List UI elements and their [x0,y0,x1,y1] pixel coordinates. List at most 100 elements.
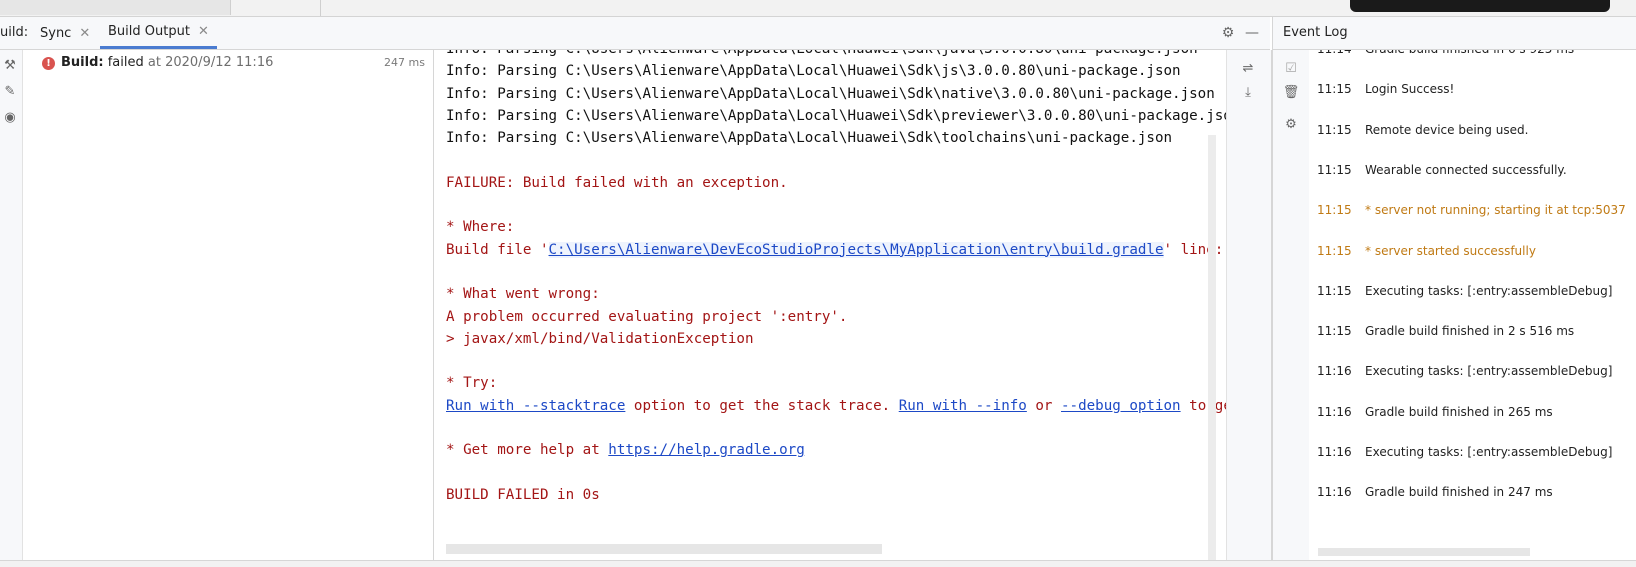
event-message: Executing tasks: [:entry:assembleDebug] [1365,283,1613,298]
console-text-span: option to get the stack trace. [625,397,899,414]
event-log-side-toolbar: ☑ 🗑 ⚙ [1272,50,1310,560]
event-time: 11:15 [1317,162,1352,177]
console-text-span: Build file ' [446,241,549,258]
event-message: * server started successfully [1365,243,1536,258]
event-log-horizontal-scrollbar[interactable] [1318,548,1530,556]
console-text-span: * What went wrong: [446,286,600,303]
minimize-icon[interactable]: — [1244,25,1260,41]
console-text-span: FAILURE: Build failed with an exception. [446,174,788,191]
console-text-span: Info: Parsing C:\Users\Alienware\AppData… [446,107,1226,124]
console-text-span: Info: Parsing C:\Users\Alienware\AppData… [446,63,1181,80]
console-line: * Try: [446,372,1226,394]
event-log-entry: 11:15 * server started successfully [1317,244,1536,258]
event-time: 11:16 [1317,445,1352,459]
console-text-span: A problem occurred evaluating project ':… [446,308,848,325]
console-link[interactable]: https://help.gradle.org [608,442,804,458]
console-link[interactable]: Run with --info [899,398,1027,414]
event-log-list: 11:14Gradle build finished in 6 s 925 ms… [1309,50,1636,560]
event-log-entry: 11:15 Login Success! [1317,82,1454,96]
event-message: Gradle build finished in 247 ms [1365,485,1553,500]
event-time: 11:15 [1317,324,1352,339]
event-log-entry: 11:15 Remote device being used. [1317,123,1528,137]
mark-all-read-icon[interactable]: ☑ [1282,60,1300,78]
console-text-span: Info: Parsing C:\Users\Alienware\AppData… [446,85,1215,102]
console-link[interactable]: --debug option [1061,398,1181,414]
event-time: 11:16 [1317,404,1352,419]
event-time: 11:15 [1317,203,1352,218]
top-strip [0,0,1636,17]
build-console[interactable]: Info: Parsing C:\Users\Alienware\AppData… [434,50,1226,560]
scroll-to-end-icon[interactable]: ⤓ [1239,84,1257,102]
event-time: 11:16 [1317,485,1352,500]
console-line: * Get more help at https://help.gradle.o… [446,439,1226,461]
console-text-span: * Where: [446,219,515,236]
build-status-date: at 2020/9/12 11:16 [147,55,274,70]
hammer-icon[interactable]: ⚒ [2,58,18,74]
gear-icon[interactable]: ⚙ [1220,25,1236,41]
event-time: 11:15 [1317,122,1352,137]
close-icon[interactable]: ✕ [79,26,90,41]
console-text-span: > javax/xml/bind/ValidationException [446,330,754,347]
error-icon: ! [42,57,55,70]
event-log-title: Event Log [1283,25,1348,40]
console-horizontal-scrollbar[interactable] [446,544,882,554]
event-log-entry: 11:16 Executing tasks: [:entry:assembleDe… [1317,364,1612,378]
event-log-entry: 11:16 Gradle build finished in 247 ms [1317,485,1553,499]
event-time: 11:15 [1317,82,1352,97]
console-vertical-scrollbar[interactable] [1208,135,1216,560]
tab-build-output-label: Build Output [108,24,190,39]
console-line: Info: Parsing C:\Users\Alienware\AppData… [446,105,1226,127]
top-strip-segment [0,0,231,15]
event-message: Gradle build finished in 265 ms [1365,404,1553,419]
event-message: Executing tasks: [:entry:assembleDebug] [1365,445,1613,459]
soft-wrap-icon[interactable]: ⇌ [1239,60,1257,78]
console-text-span: BUILD FAILED in 0s [446,486,600,503]
event-message: Executing tasks: [:entry:assembleDebug] [1365,364,1613,379]
trash-icon[interactable]: 🗑 [1282,84,1300,102]
build-status-node[interactable]: Build: failed at 2020/9/12 11:16 [61,55,273,70]
build-duration: 247 ms [384,56,425,69]
event-log-entry: 11:14Gradle build finished in 6 s 925 ms [1317,50,1574,56]
event-message: * server not running; starting it at tcp… [1365,203,1626,218]
event-log-entry: 11:16 Executing tasks: [:entry:assembleDe… [1317,445,1612,459]
console-text-span: Info: Parsing C:\Users\Alienware\AppData… [446,130,1173,147]
tab-sync[interactable]: Sync ✕ [32,17,98,49]
console-line: BUILD FAILED in 0s [446,484,1226,506]
console-link[interactable]: Run with --stacktrace [446,398,625,414]
console-text: Info: Parsing C:\Users\Alienware\AppData… [446,50,1226,506]
console-line: Info: Parsing C:\Users\Alienware\AppData… [446,83,1226,105]
tab-sync-label: Sync [40,25,72,41]
console-link[interactable]: C:\Users\Alienware\DevEcoStudioProjects\… [548,241,1164,258]
top-strip-divider [320,0,321,16]
build-toolwindow-header: uild: Sync ✕ Build Output ✕ ⚙ — [0,17,1270,50]
eye-icon[interactable]: ◉ [2,110,18,126]
pin-icon[interactable]: ✎ [2,84,18,100]
event-message: Remote device being used. [1365,122,1529,137]
close-icon[interactable]: ✕ [198,24,209,39]
settings-icon[interactable]: ⚙ [1282,116,1300,134]
console-line: Info: Parsing C:\Users\Alienware\AppData… [446,60,1226,82]
event-time: 11:14 [1317,50,1365,56]
build-left-toolbar: ⚒ ✎ ◉ [0,50,23,560]
console-line: Info: Parsing C:\Users\Alienware\AppData… [446,50,1226,60]
event-log-entry: 11:15 Gradle build finished in 2 s 516 ms [1317,324,1574,338]
build-tree-panel: ! Build: failed at 2020/9/12 11:16 247 m… [23,50,434,560]
event-log-entry: 11:15 * server not running; starting it a… [1317,203,1626,217]
console-text-span: * Try: [446,375,498,392]
console-side-toolbar: ⇌ ⤓ [1226,50,1272,560]
event-time: 11:15 [1317,243,1352,258]
console-line: * What went wrong: [446,283,1226,305]
console-text-span: * Get more help at [446,442,609,459]
console-line: Run with --stacktrace option to get the … [446,395,1226,417]
tab-build-output[interactable]: Build Output ✕ [100,17,217,49]
console-text-span: or [1026,397,1062,414]
event-log-header: Event Log [1272,17,1636,50]
event-log-entry: 11:15 Wearable connected successfully. [1317,163,1567,177]
event-time: 11:16 [1317,364,1352,379]
